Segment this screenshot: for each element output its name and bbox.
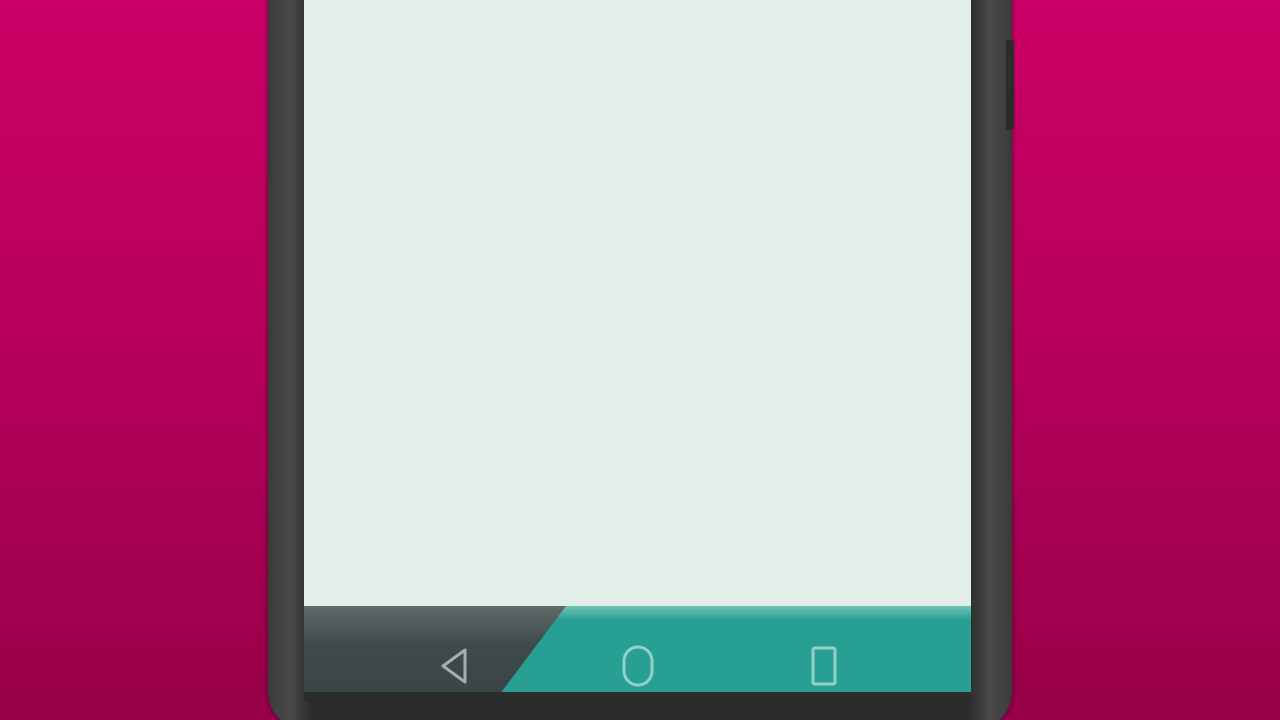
back-triangle-icon xyxy=(439,646,469,686)
navigation-bar-bottom-edge xyxy=(304,692,971,702)
home-button[interactable] xyxy=(618,644,658,688)
phone-screen xyxy=(304,0,971,702)
navigation-bar xyxy=(304,606,971,702)
recents-button[interactable] xyxy=(804,644,844,688)
back-button[interactable] xyxy=(434,644,474,688)
recents-square-icon xyxy=(808,645,840,687)
phone-side-button xyxy=(1006,40,1014,130)
home-circle-icon xyxy=(620,645,656,687)
